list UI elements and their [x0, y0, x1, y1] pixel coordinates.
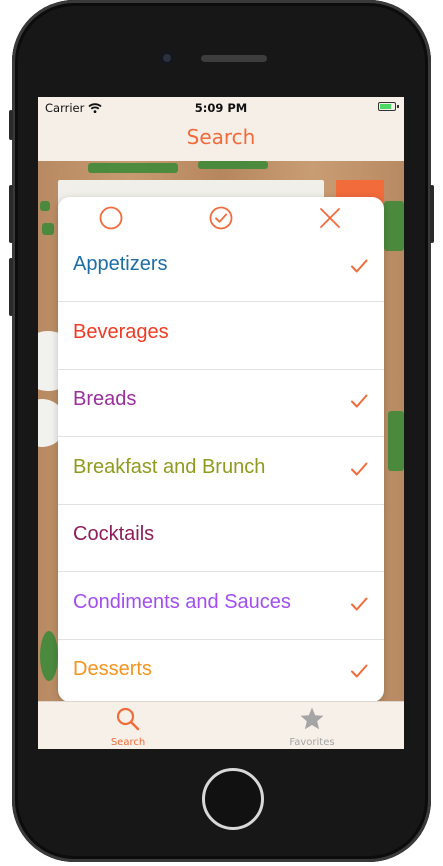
- category-row[interactable]: Breakfast and Brunch: [58, 438, 384, 505]
- home-button[interactable]: [202, 768, 264, 830]
- tab-search[interactable]: Search: [88, 706, 168, 748]
- category-label: Beverages: [73, 320, 169, 343]
- category-label: Appetizers: [73, 253, 168, 275]
- category-label: Cocktails: [73, 523, 155, 545]
- category-row[interactable]: Cocktails: [58, 505, 384, 572]
- tab-label: Favorites: [289, 737, 335, 748]
- status-time: 5:09 PM: [194, 101, 248, 115]
- category-row[interactable]: Condiments and Sauces: [58, 573, 384, 640]
- status-bar: Carrier 5:09 PM: [38, 97, 404, 119]
- select-all-button[interactable]: [208, 205, 234, 231]
- mute-switch: [9, 110, 13, 140]
- star-icon: [300, 707, 324, 730]
- category-label: Breads: [73, 388, 137, 410]
- page-title: Search: [186, 125, 256, 149]
- volume-up-button: [9, 185, 13, 243]
- close-icon: [320, 208, 340, 228]
- category-row[interactable]: Appetizers: [58, 235, 384, 302]
- earpiece-speaker: [201, 55, 267, 62]
- category-row[interactable]: Desserts: [58, 640, 384, 702]
- search-icon: [116, 707, 140, 731]
- circle-icon: [99, 206, 123, 230]
- checkmark-icon: [351, 597, 368, 610]
- front-camera: [160, 51, 174, 65]
- checkmark-icon: [351, 664, 368, 678]
- tab-favorites[interactable]: Favorites: [272, 706, 352, 748]
- tab-label: Search: [110, 737, 146, 748]
- category-label: Desserts: [73, 658, 152, 680]
- close-button[interactable]: [317, 205, 343, 231]
- select-none-button[interactable]: [98, 205, 124, 231]
- volume-down-button: [9, 258, 13, 316]
- power-button: [430, 185, 434, 243]
- checkmark-icon: [351, 259, 368, 273]
- check-circle-icon: [209, 206, 233, 230]
- popup-toolbar: [58, 197, 384, 235]
- category-label: Condiments and Sauces: [73, 590, 291, 613]
- category-label: Breakfast and Brunch: [73, 455, 266, 478]
- category-row[interactable]: Breads: [58, 370, 384, 437]
- tab-bar: Search Favorites: [38, 701, 404, 749]
- navigation-bar: Search: [38, 119, 404, 161]
- app-screen: Carrier 5:09 PM Search Appetizers Bevera…: [38, 97, 404, 749]
- battery-icon: [378, 102, 399, 111]
- checkmark-icon: [351, 462, 368, 475]
- category-filter-popup: Appetizers Beverages Breads Breakfast and B…: [58, 197, 384, 702]
- category-row[interactable]: Beverages: [58, 303, 384, 370]
- checkmark-icon: [351, 394, 368, 408]
